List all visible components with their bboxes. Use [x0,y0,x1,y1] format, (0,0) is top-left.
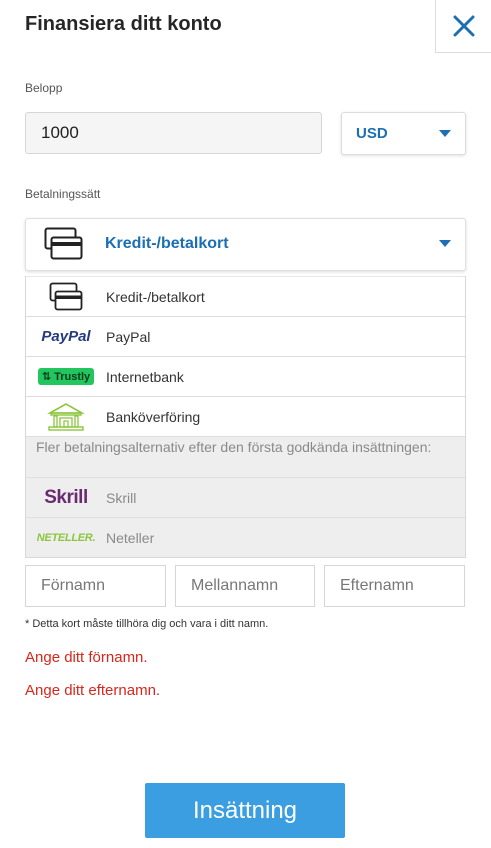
currency-value: USD [356,125,388,142]
option-paypal[interactable]: PayPal PayPal [26,316,465,356]
card-ownership-hint: * Detta kort måste tillhöra dig och vara… [25,618,269,630]
currency-select[interactable]: USD [341,112,466,155]
skrill-logo: Skrill [44,486,88,508]
first-name-error: Ange ditt förnamn. [25,649,148,666]
more-options-note: Fler betalningsalternativ efter den förs… [26,436,465,477]
option-neteller: NETELLER. Neteller [26,517,465,557]
amount-input[interactable] [25,112,322,154]
credit-card-icon [44,227,83,260]
close-button[interactable] [435,0,491,53]
first-name-field[interactable] [25,565,166,607]
option-label: Internetbank [106,368,184,385]
option-credit-card[interactable]: Kredit-/betalkort [26,276,465,316]
option-internetbank[interactable]: ⇅ Trustly Internetbank [26,356,465,396]
close-icon [453,15,474,37]
page-title: Finansiera ditt konto [25,13,222,35]
caret-down-icon [439,240,451,247]
option-bank-transfer[interactable]: Banköverföring [26,396,465,436]
option-label: Kredit-/betalkort [106,288,205,305]
option-skrill: Skrill Skrill [26,477,465,517]
option-label: Banköverföring [106,408,201,425]
credit-card-icon [36,282,96,312]
payment-method-value: Kredit-/betalkort [105,235,229,252]
amount-label: Belopp [25,81,63,95]
payment-method-dropdown: Kredit-/betalkort PayPal PayPal ⇅ Trustl… [25,276,466,558]
option-label: Skrill [106,489,137,506]
deposit-button[interactable]: Insättning [145,783,345,838]
last-name-error: Ange ditt efternamn. [25,682,161,699]
payment-method-label: Betalningssätt [25,187,101,201]
neteller-logo: NETELLER. [36,531,96,544]
middle-name-field[interactable] [175,565,315,607]
payment-method-select[interactable]: Kredit-/betalkort [25,218,466,271]
option-label: PayPal [106,328,151,345]
last-name-field[interactable] [324,565,465,607]
caret-down-icon [439,129,451,137]
paypal-logo: PayPal [41,328,91,345]
trustly-logo: ⇅ Trustly [36,362,96,392]
option-label: Neteller [106,529,155,546]
bank-icon [36,402,96,432]
